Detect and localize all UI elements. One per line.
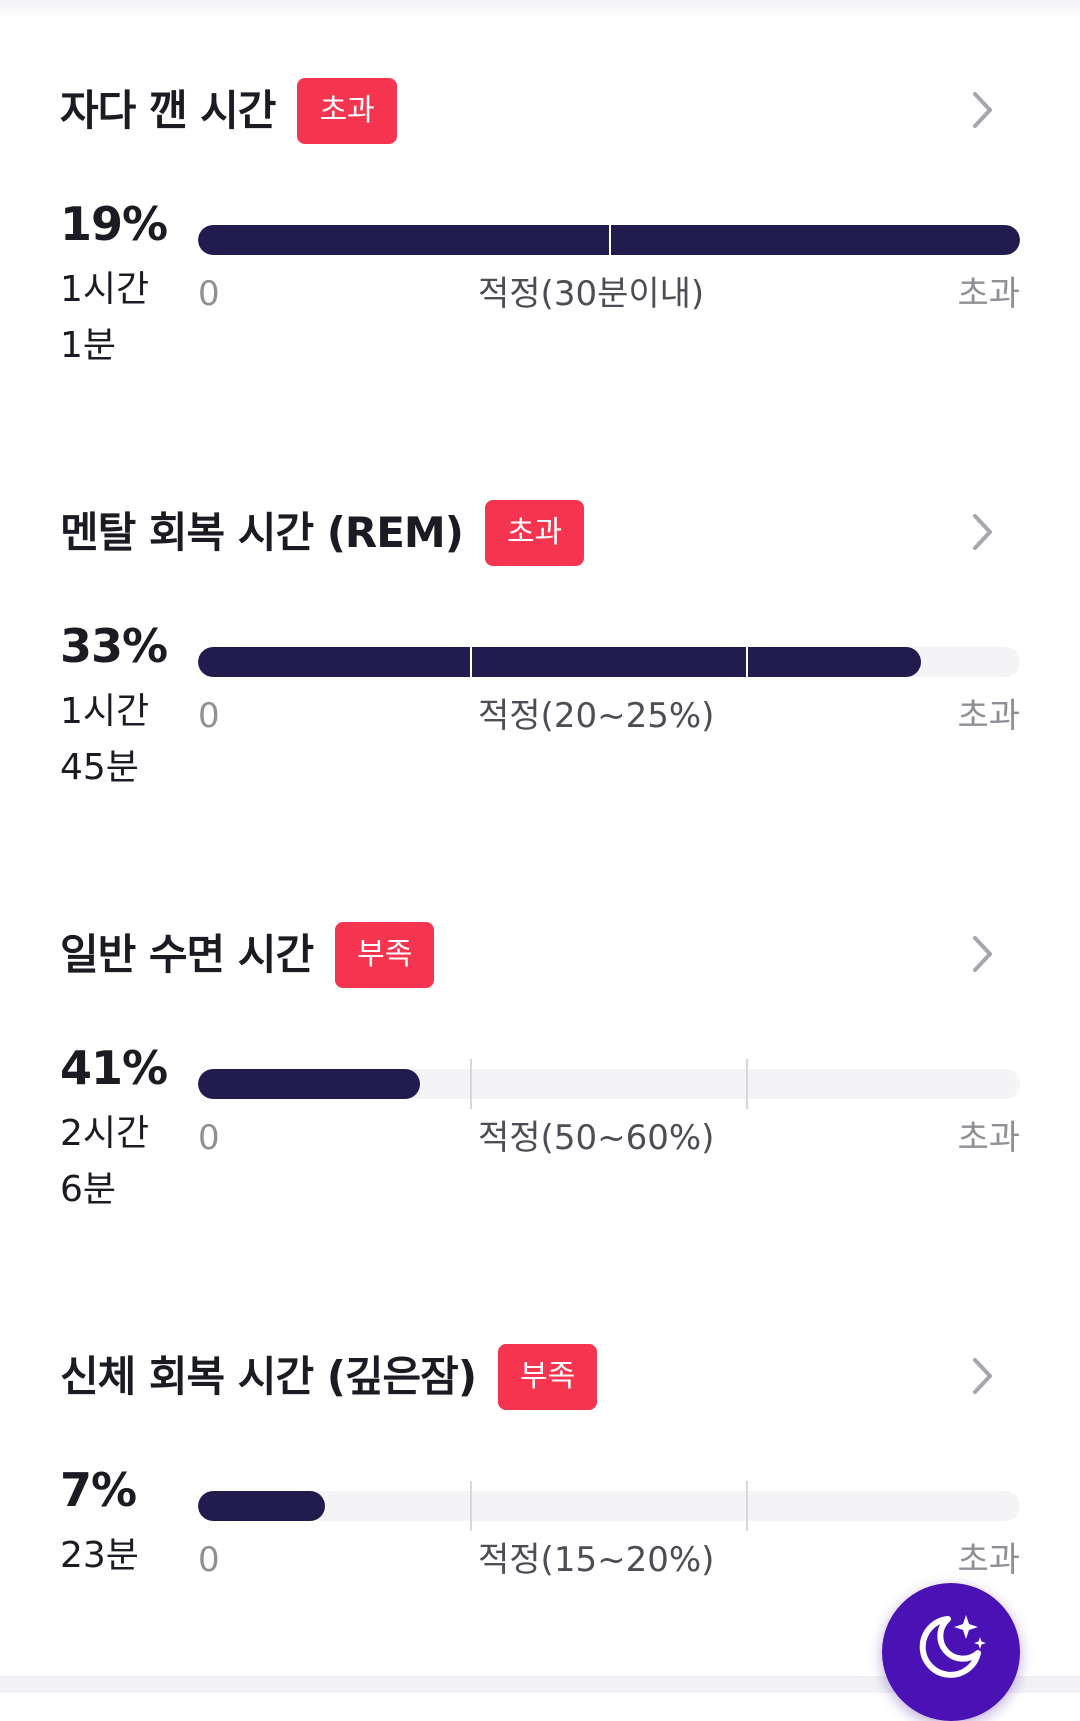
card-title: 자다 깬 시간 xyxy=(60,86,276,135)
progress-fill xyxy=(198,1491,326,1521)
progress-track xyxy=(198,647,1020,677)
card-header: 일반 수면 시간 부족 xyxy=(60,922,435,988)
progress-fill xyxy=(198,647,922,677)
axis-max-label: 초과 xyxy=(957,1540,1020,1580)
duration-line: 2시간 xyxy=(60,1113,150,1154)
card-header: 신체 회복 시간 (깊은잠) 부족 xyxy=(60,1344,598,1410)
percent-value: 7% xyxy=(60,1463,137,1517)
sleep-stage-card-awake[interactable]: 자다 깬 시간 초과 19% 1시간 1분 0 적정(30분이내) 초과 xyxy=(0,0,1080,366)
sleep-stage-card-light[interactable]: 일반 수면 시간 부족 41% 2시간 6분 0 적정(50~60%) 초과 xyxy=(0,844,1080,1210)
progress-track xyxy=(198,1069,1020,1099)
progress-fill xyxy=(198,1069,420,1099)
duration-line: 23분 xyxy=(60,1535,139,1576)
range-marker xyxy=(746,1481,748,1531)
axis-zero-label: 0 xyxy=(198,696,220,736)
optimal-range-label: 적정(50~60%) xyxy=(478,1118,715,1158)
duration-line: 1시간 xyxy=(60,269,150,310)
percent-value: 19% xyxy=(60,197,168,251)
axis-zero-label: 0 xyxy=(198,1118,220,1158)
card-header: 멘탈 회복 시간 (REM) 초과 xyxy=(60,500,585,566)
chevron-right-icon[interactable] xyxy=(960,1354,1004,1398)
status-badge: 부족 xyxy=(498,1344,598,1410)
axis-max-label: 초과 xyxy=(957,1118,1020,1158)
moon-stars-icon xyxy=(919,1615,986,1678)
chevron-right-icon[interactable] xyxy=(960,932,1004,976)
status-badge: 초과 xyxy=(297,78,397,144)
percent-value: 33% xyxy=(60,619,168,673)
status-badge: 초과 xyxy=(484,500,585,566)
axis-max-label: 초과 xyxy=(957,696,1020,736)
card-title: 멘탈 회복 시간 (REM) xyxy=(60,508,464,557)
sleep-stage-card-rem[interactable]: 멘탈 회복 시간 (REM) 초과 33% 1시간 45분 0 적정(20~25… xyxy=(0,422,1080,788)
duration-value: 1시간 1분 xyxy=(60,262,170,374)
sleep-stage-card-deep[interactable]: 신체 회복 시간 (깊은잠) 부족 7% 23분 0 적정(15~20%) 초과 xyxy=(0,1266,1080,1580)
progress-track xyxy=(198,1491,1020,1521)
range-marker xyxy=(746,1059,748,1109)
chevron-right-icon[interactable] xyxy=(960,510,1004,554)
optimal-range-label: 적정(20~25%) xyxy=(478,696,715,736)
range-marker xyxy=(470,638,472,686)
axis-zero-label: 0 xyxy=(198,1540,220,1580)
duration-value: 23분 xyxy=(60,1528,170,1584)
range-marker xyxy=(470,1481,472,1531)
percent-value: 41% xyxy=(60,1041,168,1095)
duration-value: 1시간 45분 xyxy=(60,684,170,796)
duration-line: 1시간 xyxy=(60,691,150,732)
duration-line: 1분 xyxy=(60,325,117,366)
axis-max-label: 초과 xyxy=(957,274,1020,314)
card-title: 신체 회복 시간 (깊은잠) xyxy=(60,1352,477,1401)
optimal-range-label: 적정(30분이내) xyxy=(478,274,705,314)
duration-value: 2시간 6분 xyxy=(60,1106,170,1218)
range-marker xyxy=(746,638,748,686)
chevron-right-icon[interactable] xyxy=(960,88,1004,132)
duration-line: 6분 xyxy=(60,1169,117,1210)
range-marker xyxy=(470,1059,472,1109)
sleep-mode-fab[interactable] xyxy=(882,1583,1020,1721)
card-header: 자다 깬 시간 초과 xyxy=(60,78,397,144)
optimal-range-label: 적정(15~20%) xyxy=(478,1540,715,1580)
axis-zero-label: 0 xyxy=(198,274,220,314)
range-marker xyxy=(609,216,611,264)
duration-line: 45분 xyxy=(60,747,139,788)
card-title: 일반 수면 시간 xyxy=(60,930,314,979)
status-badge: 부족 xyxy=(335,922,435,988)
